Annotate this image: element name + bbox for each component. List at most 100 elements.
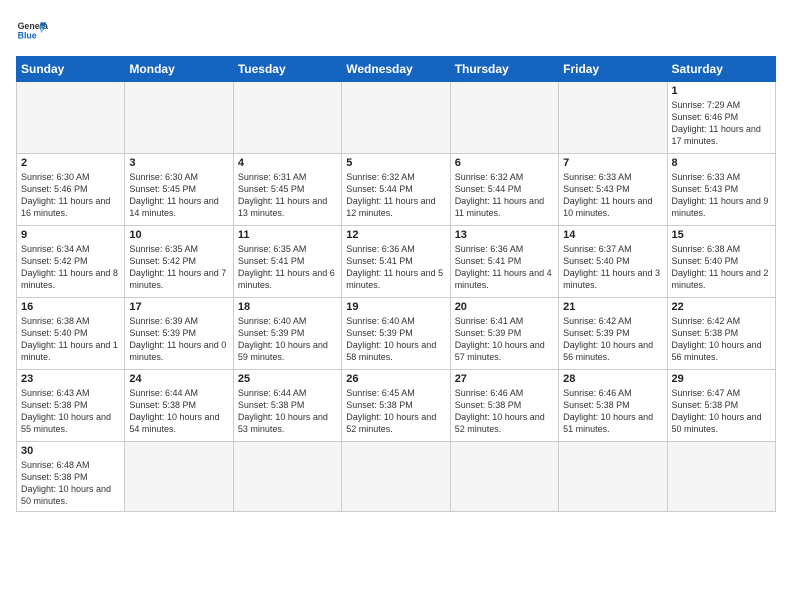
day-of-week-header: Tuesday — [233, 57, 341, 82]
day-info: Sunrise: 6:39 AM Sunset: 5:39 PM Dayligh… — [129, 315, 228, 364]
calendar-week-row: 23 Sunrise: 6:43 AM Sunset: 5:38 PM Dayli… — [17, 370, 776, 442]
svg-text:Blue: Blue — [18, 30, 37, 40]
calendar-day-cell — [450, 82, 558, 154]
day-info: Sunrise: 6:48 AM Sunset: 5:38 PM Dayligh… — [21, 459, 120, 508]
calendar-day-cell: 30 Sunrise: 6:48 AM Sunset: 5:38 PM Dayli… — [17, 442, 125, 512]
day-info: Sunrise: 7:29 AM Sunset: 6:46 PM Dayligh… — [672, 99, 771, 148]
calendar-day-cell: 27Sunrise: 6:46 AM Sunset: 5:38 PM Dayli… — [450, 370, 558, 442]
calendar-day-cell: 9 Sunrise: 6:34 AM Sunset: 5:42 PM Daylig… — [17, 226, 125, 298]
logo: General Blue — [16, 16, 48, 48]
calendar-day-cell: 25Sunrise: 6:44 AM Sunset: 5:38 PM Dayli… — [233, 370, 341, 442]
calendar-day-cell: 7 Sunrise: 6:33 AM Sunset: 5:43 PM Daylig… — [559, 154, 667, 226]
calendar-day-cell: 5Sunrise: 6:32 AM Sunset: 5:44 PM Daylig… — [342, 154, 450, 226]
calendar-day-cell: 3 Sunrise: 6:30 AM Sunset: 5:45 PM Daylig… — [125, 154, 233, 226]
calendar-day-cell: 4 Sunrise: 6:31 AM Sunset: 5:45 PM Daylig… — [233, 154, 341, 226]
calendar-day-cell: 18 Sunrise: 6:40 AM Sunset: 5:39 PM Dayli… — [233, 298, 341, 370]
calendar-day-cell — [667, 442, 775, 512]
calendar-week-row: 2Sunrise: 6:30 AM Sunset: 5:46 PM Daylig… — [17, 154, 776, 226]
day-number: 18 — [238, 301, 337, 313]
calendar-day-cell — [559, 82, 667, 154]
day-info: Sunrise: 6:46 AM Sunset: 5:38 PM Dayligh… — [563, 387, 662, 436]
day-number: 21 — [563, 301, 662, 313]
calendar-day-cell: 28Sunrise: 6:46 AM Sunset: 5:38 PM Dayli… — [559, 370, 667, 442]
day-info: Sunrise: 6:35 AM Sunset: 5:42 PM Dayligh… — [129, 243, 228, 292]
day-info: Sunrise: 6:33 AM Sunset: 5:43 PM Dayligh… — [563, 171, 662, 220]
calendar-day-cell: 6Sunrise: 6:32 AM Sunset: 5:44 PM Daylig… — [450, 154, 558, 226]
day-info: Sunrise: 6:30 AM Sunset: 5:45 PM Dayligh… — [129, 171, 228, 220]
day-number: 15 — [672, 229, 771, 241]
day-number: 13 — [455, 229, 554, 241]
day-number: 3 — [129, 157, 228, 169]
day-number: 9 — [21, 229, 120, 241]
day-number: 20 — [455, 301, 554, 313]
page-header: General Blue — [16, 16, 776, 48]
day-info: Sunrise: 6:46 AM Sunset: 5:38 PM Dayligh… — [455, 387, 554, 436]
day-info: Sunrise: 6:43 AM Sunset: 5:38 PM Dayligh… — [21, 387, 120, 436]
day-info: Sunrise: 6:30 AM Sunset: 5:46 PM Dayligh… — [21, 171, 120, 220]
day-of-week-header: Monday — [125, 57, 233, 82]
day-info: Sunrise: 6:36 AM Sunset: 5:41 PM Dayligh… — [455, 243, 554, 292]
calendar-day-cell — [450, 442, 558, 512]
day-of-week-header: Sunday — [17, 57, 125, 82]
day-number: 23 — [21, 373, 120, 385]
day-number: 7 — [563, 157, 662, 169]
day-info: Sunrise: 6:38 AM Sunset: 5:40 PM Dayligh… — [672, 243, 771, 292]
day-of-week-header: Friday — [559, 57, 667, 82]
day-number: 26 — [346, 373, 445, 385]
day-info: Sunrise: 6:42 AM Sunset: 5:38 PM Dayligh… — [672, 315, 771, 364]
day-number: 12 — [346, 229, 445, 241]
day-of-week-header: Wednesday — [342, 57, 450, 82]
calendar-day-cell: 14 Sunrise: 6:37 AM Sunset: 5:40 PM Dayli… — [559, 226, 667, 298]
calendar-day-cell: 17 Sunrise: 6:39 AM Sunset: 5:39 PM Dayli… — [125, 298, 233, 370]
day-info: Sunrise: 6:33 AM Sunset: 5:43 PM Dayligh… — [672, 171, 771, 220]
calendar-week-row: 30 Sunrise: 6:48 AM Sunset: 5:38 PM Dayli… — [17, 442, 776, 512]
calendar-day-cell: 22 Sunrise: 6:42 AM Sunset: 5:38 PM Dayli… — [667, 298, 775, 370]
day-info: Sunrise: 6:31 AM Sunset: 5:45 PM Dayligh… — [238, 171, 337, 220]
days-header-row: SundayMondayTuesdayWednesdayThursdayFrid… — [17, 57, 776, 82]
calendar-day-cell: 15 Sunrise: 6:38 AM Sunset: 5:40 PM Dayli… — [667, 226, 775, 298]
day-info: Sunrise: 6:47 AM Sunset: 5:38 PM Dayligh… — [672, 387, 771, 436]
day-info: Sunrise: 6:41 AM Sunset: 5:39 PM Dayligh… — [455, 315, 554, 364]
day-number: 19 — [346, 301, 445, 313]
calendar-day-cell: 24Sunrise: 6:44 AM Sunset: 5:38 PM Dayli… — [125, 370, 233, 442]
day-number: 17 — [129, 301, 228, 313]
calendar-day-cell: 16Sunrise: 6:38 AM Sunset: 5:40 PM Dayli… — [17, 298, 125, 370]
day-of-week-header: Saturday — [667, 57, 775, 82]
day-info: Sunrise: 6:34 AM Sunset: 5:42 PM Dayligh… — [21, 243, 120, 292]
calendar-day-cell — [559, 442, 667, 512]
day-info: Sunrise: 6:35 AM Sunset: 5:41 PM Dayligh… — [238, 243, 337, 292]
calendar-day-cell: 11 Sunrise: 6:35 AM Sunset: 5:41 PM Dayli… — [233, 226, 341, 298]
day-number: 24 — [129, 373, 228, 385]
calendar-day-cell: 1Sunrise: 7:29 AM Sunset: 6:46 PM Daylig… — [667, 82, 775, 154]
day-number: 5 — [346, 157, 445, 169]
calendar-table: SundayMondayTuesdayWednesdayThursdayFrid… — [16, 56, 776, 512]
calendar-week-row: 9 Sunrise: 6:34 AM Sunset: 5:42 PM Daylig… — [17, 226, 776, 298]
calendar-day-cell — [342, 442, 450, 512]
generalblue-logo-icon: General Blue — [16, 16, 48, 48]
day-number: 25 — [238, 373, 337, 385]
calendar-day-cell: 8 Sunrise: 6:33 AM Sunset: 5:43 PM Daylig… — [667, 154, 775, 226]
day-number: 16 — [21, 301, 120, 313]
day-info: Sunrise: 6:37 AM Sunset: 5:40 PM Dayligh… — [563, 243, 662, 292]
day-number: 4 — [238, 157, 337, 169]
day-info: Sunrise: 6:36 AM Sunset: 5:41 PM Dayligh… — [346, 243, 445, 292]
day-info: Sunrise: 6:42 AM Sunset: 5:39 PM Dayligh… — [563, 315, 662, 364]
calendar-day-cell — [125, 82, 233, 154]
day-number: 8 — [672, 157, 771, 169]
calendar-day-cell: 2Sunrise: 6:30 AM Sunset: 5:46 PM Daylig… — [17, 154, 125, 226]
calendar-day-cell: 13 Sunrise: 6:36 AM Sunset: 5:41 PM Dayli… — [450, 226, 558, 298]
calendar-day-cell: 23 Sunrise: 6:43 AM Sunset: 5:38 PM Dayli… — [17, 370, 125, 442]
calendar-day-cell — [125, 442, 233, 512]
day-number: 30 — [21, 445, 120, 457]
day-info: Sunrise: 6:40 AM Sunset: 5:39 PM Dayligh… — [238, 315, 337, 364]
calendar-day-cell — [342, 82, 450, 154]
calendar-day-cell — [17, 82, 125, 154]
calendar-day-cell — [233, 82, 341, 154]
day-number: 14 — [563, 229, 662, 241]
day-number: 6 — [455, 157, 554, 169]
day-number: 22 — [672, 301, 771, 313]
day-number: 11 — [238, 229, 337, 241]
calendar-day-cell: 20 Sunrise: 6:41 AM Sunset: 5:39 PM Dayli… — [450, 298, 558, 370]
calendar-day-cell: 26Sunrise: 6:45 AM Sunset: 5:38 PM Dayli… — [342, 370, 450, 442]
calendar-week-row: 16Sunrise: 6:38 AM Sunset: 5:40 PM Dayli… — [17, 298, 776, 370]
